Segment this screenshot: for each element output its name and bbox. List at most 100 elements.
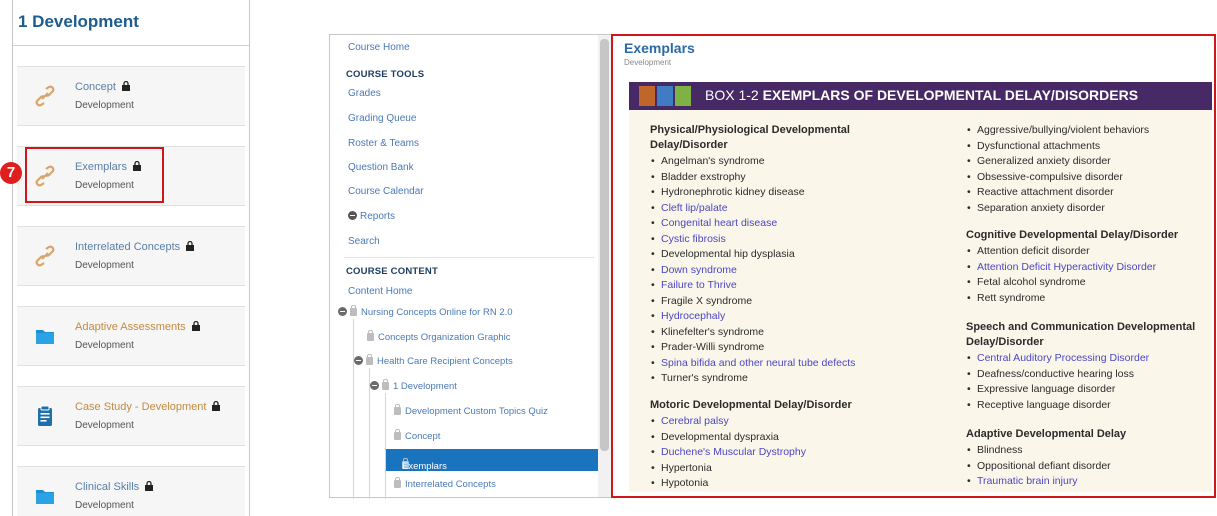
card-case-study[interactable]: Case Study - Development Development bbox=[17, 386, 245, 446]
lock-icon bbox=[394, 429, 401, 440]
link-icon bbox=[35, 85, 55, 107]
nav-roster-teams[interactable]: Roster & Teams bbox=[348, 138, 419, 149]
exemplar-item: Dysfunctional attachments bbox=[967, 140, 1100, 152]
lock-icon bbox=[366, 354, 373, 365]
card-title[interactable]: Clinical Skills bbox=[75, 481, 154, 493]
exemplar-item: Bladder exstrophy bbox=[651, 171, 746, 183]
divider bbox=[344, 257, 594, 258]
exemplars-highlight bbox=[25, 147, 164, 203]
course-tools-header: COURSE TOOLS bbox=[346, 69, 425, 80]
exemplar-item: Prader-Willi syndrome bbox=[651, 341, 764, 353]
exemplar-item: Oppositional defiant disorder bbox=[967, 460, 1111, 472]
card-interrelated-concepts[interactable]: Interrelated Concepts Development bbox=[17, 226, 245, 286]
color-square bbox=[675, 86, 691, 106]
exemplar-item: Blindness bbox=[967, 444, 1022, 456]
section-heading: Physical/Physiological Developmental bbox=[650, 124, 850, 136]
tree-exemplars-active[interactable]: Exemplars bbox=[386, 449, 598, 472]
tree-concept[interactable]: Concept bbox=[394, 429, 440, 442]
section-heading: Cognitive Developmental Delay/Disorder bbox=[966, 229, 1179, 241]
page-title: Exemplars bbox=[624, 40, 695, 56]
exemplar-item: Obsessive-compulsive disorder bbox=[967, 171, 1123, 183]
nav-search[interactable]: Search bbox=[348, 236, 380, 247]
nav-question-bank[interactable]: Question Bank bbox=[348, 162, 414, 173]
lock-icon bbox=[212, 401, 221, 411]
exemplar-link[interactable]: Cystic fibrosis bbox=[651, 233, 726, 245]
lock-icon bbox=[191, 321, 200, 331]
tree-line bbox=[385, 393, 386, 499]
exemplar-item: Rett syndrome bbox=[967, 292, 1045, 304]
card-subtitle: Development bbox=[75, 260, 134, 271]
card-title[interactable]: Interrelated Concepts bbox=[75, 241, 195, 253]
nav-grades[interactable]: Grades bbox=[348, 88, 381, 99]
box-body: Physical/Physiological Developmental Del… bbox=[629, 110, 1212, 492]
box-title: BOX 1-2 EXEMPLARS OF DEVELOPMENTAL DELAY… bbox=[705, 87, 1139, 103]
exemplar-item: Receptive language disorder bbox=[967, 399, 1111, 411]
card-title[interactable]: Case Study - Development bbox=[75, 401, 221, 413]
lock-icon bbox=[186, 241, 195, 251]
expand-icon bbox=[348, 211, 357, 220]
nav-course-home[interactable]: Course Home bbox=[348, 42, 410, 53]
lock-icon bbox=[394, 404, 401, 415]
module-title: 1 Development bbox=[18, 12, 139, 31]
card-title[interactable]: Adaptive Assessments bbox=[75, 321, 200, 333]
step-badge: 7 bbox=[0, 162, 22, 184]
exemplar-link[interactable]: Hydrocephaly bbox=[651, 310, 725, 322]
section-heading: Adaptive Developmental Delay bbox=[966, 428, 1127, 440]
link-icon bbox=[35, 245, 55, 267]
exemplar-link[interactable]: Down syndrome bbox=[651, 264, 737, 276]
tree-concepts-organization[interactable]: Concepts Organization Graphic bbox=[367, 330, 511, 343]
card-subtitle: Development bbox=[75, 100, 134, 111]
lock-icon bbox=[367, 330, 374, 341]
exemplar-item: Klinefelter's syndrome bbox=[651, 326, 764, 338]
exemplar-item: Angelman's syndrome bbox=[651, 155, 765, 167]
lock-icon bbox=[121, 81, 130, 91]
exemplar-item: Turner's syndrome bbox=[651, 372, 748, 384]
section-heading: Delay/Disorder bbox=[966, 336, 1044, 348]
exemplar-link[interactable]: Congenital heart disease bbox=[651, 217, 777, 229]
clipboard-icon bbox=[38, 405, 52, 426]
exemplar-link[interactable]: Failure to Thrive bbox=[651, 279, 737, 291]
lock-icon bbox=[145, 481, 154, 491]
exemplar-link[interactable]: Traumatic brain injury bbox=[967, 475, 1078, 487]
nav-grading-queue[interactable]: Grading Queue bbox=[348, 113, 416, 124]
exemplar-item: Separation anxiety disorder bbox=[967, 202, 1105, 214]
collapse-icon[interactable] bbox=[338, 307, 347, 316]
folder-icon bbox=[36, 490, 54, 504]
card-subtitle: Development bbox=[75, 500, 134, 511]
color-square bbox=[657, 86, 673, 106]
nav-reports[interactable]: Reports bbox=[348, 211, 395, 222]
collapse-icon[interactable] bbox=[354, 356, 363, 365]
tree-nursing-concepts[interactable]: Nursing Concepts Online for RN 2.0 bbox=[338, 305, 513, 318]
course-nav: Course Home COURSE TOOLS Grades Grading … bbox=[329, 34, 611, 499]
exemplar-link[interactable]: Spina bifida and other neural tube defec… bbox=[651, 357, 855, 369]
collapse-icon[interactable] bbox=[370, 381, 379, 390]
lock-icon bbox=[382, 379, 389, 390]
exemplar-item: Reactive attachment disorder bbox=[967, 186, 1114, 198]
section-heading: Speech and Communication Developmental bbox=[966, 321, 1196, 333]
nav-course-calendar[interactable]: Course Calendar bbox=[348, 186, 424, 197]
tree-health-care-recipient[interactable]: Health Care Recipient Concepts bbox=[354, 354, 513, 367]
exemplar-link[interactable]: Cleft lip/palate bbox=[651, 202, 727, 214]
exemplar-link[interactable]: Duchene's Muscular Dystrophy bbox=[651, 446, 806, 458]
course-content-header: COURSE CONTENT bbox=[346, 266, 438, 277]
folder-icon bbox=[36, 330, 54, 344]
exemplar-item: Fetal alcohol syndrome bbox=[967, 276, 1086, 288]
tree-interrelated-concepts[interactable]: Interrelated Concepts bbox=[394, 477, 496, 490]
tree-custom-topics-quiz[interactable]: Development Custom Topics Quiz bbox=[394, 404, 548, 417]
scrollbar-thumb[interactable] bbox=[600, 39, 609, 451]
exemplar-link[interactable]: Cerebral palsy bbox=[651, 415, 729, 427]
card-title[interactable]: Concept bbox=[75, 81, 130, 93]
exemplar-link[interactable]: Attention Deficit Hyperactivity Disorder bbox=[967, 261, 1156, 273]
card-adaptive-assessments[interactable]: Adaptive Assessments Development bbox=[17, 306, 245, 366]
tree-1-development[interactable]: 1 Development bbox=[370, 379, 457, 392]
exemplar-item: Developmental hip dysplasia bbox=[651, 248, 795, 260]
card-clinical-skills[interactable]: Clinical Skills Development bbox=[17, 466, 245, 516]
exemplar-link[interactable]: Central Auditory Processing Disorder bbox=[967, 352, 1149, 364]
card-concept[interactable]: Concept Development bbox=[17, 66, 245, 126]
exemplar-item: Deafness/conductive hearing loss bbox=[967, 368, 1134, 380]
exemplar-item: Hypotonia bbox=[651, 477, 708, 489]
exemplar-item: Hydronephrotic kidney disease bbox=[651, 186, 805, 198]
nav-content-home[interactable]: Content Home bbox=[348, 286, 412, 297]
section-heading: Motoric Developmental Delay/Disorder bbox=[650, 399, 852, 411]
color-square bbox=[639, 86, 655, 106]
